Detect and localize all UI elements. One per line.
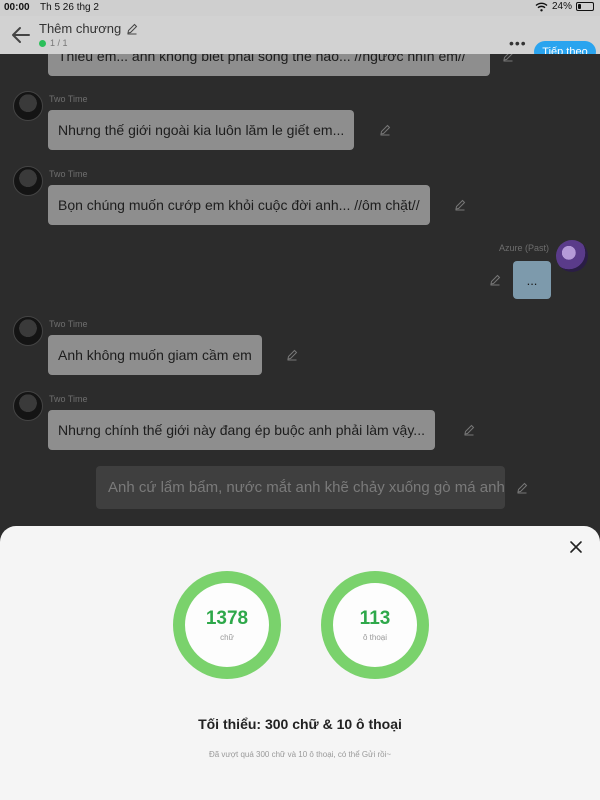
message-bubble[interactable]: Anh không muốn giam cầm em <box>48 335 262 375</box>
edit-pencil-icon[interactable] <box>126 23 138 35</box>
word-count-ring: 1378 chữ <box>173 571 281 679</box>
message-bubble[interactable]: Thiếu em... anh không biết phải sống thế… <box>48 54 490 76</box>
avatar[interactable] <box>13 166 43 196</box>
minimum-requirement: Tối thiểu: 300 chữ & 10 ô thoại <box>198 716 402 732</box>
status-dot <box>39 39 46 47</box>
chapter-count: 1 / 1 <box>50 38 68 48</box>
word-count-label: chữ <box>220 633 234 642</box>
status-date: Th 5 26 thg 2 <box>40 2 99 13</box>
word-count-value: 1378 <box>205 608 249 629</box>
page-title: Thêm chương <box>39 21 138 36</box>
requirement-note: Đã vượt quá 300 chữ và 10 ô thoại, có th… <box>208 750 392 759</box>
avatar[interactable] <box>556 240 588 272</box>
edit-pencil-icon[interactable] <box>379 124 391 136</box>
sender-name: Two Time <box>49 169 88 179</box>
battery-icon <box>576 2 594 11</box>
dialog-count-value: 113 <box>359 608 391 629</box>
wifi-icon <box>535 2 548 11</box>
message-bubble[interactable]: Nhưng chính thế giới này đang ép buộc an… <box>48 410 435 450</box>
sender-name: Azure (Past) <box>499 243 550 253</box>
close-icon[interactable] <box>569 540 583 554</box>
back-arrow-icon[interactable] <box>10 24 32 46</box>
avatar[interactable] <box>13 316 43 346</box>
narration-bubble[interactable]: Anh cứ lẩm bẩm, nước mắt anh khẽ chảy xu… <box>96 466 505 509</box>
chapter-status: 1 / 1 <box>39 38 68 48</box>
sender-name: Two Time <box>49 394 88 404</box>
sender-name: Two Time <box>49 319 88 329</box>
chat-area[interactable]: Thiếu em... anh không biết phải sống thế… <box>0 54 600 526</box>
sender-name: Two Time <box>49 94 88 104</box>
message-bubble[interactable]: Bọn chúng muốn cướp em khỏi cuộc đời anh… <box>48 185 430 225</box>
page-title-text: Thêm chương <box>39 21 122 36</box>
status-time: 00:00 <box>4 2 30 13</box>
dialog-count-label: ô thoại <box>362 633 388 642</box>
edit-pencil-icon[interactable] <box>463 424 475 436</box>
edit-pencil-icon[interactable] <box>516 482 528 494</box>
edit-pencil-icon[interactable] <box>454 199 466 211</box>
app-header: Thêm chương 1 / 1 ••• Tiếp theo <box>0 16 600 63</box>
battery-percent: 24% <box>551 1 572 12</box>
word-count-sheet: 1378 chữ 113 ô thoại Tối thiểu: 300 chữ … <box>0 526 600 800</box>
status-right: 24% <box>535 1 594 12</box>
status-bar: 00:00 Th 5 26 thg 2 24% <box>0 0 600 16</box>
edit-pencil-icon[interactable] <box>286 349 298 361</box>
avatar[interactable] <box>13 391 43 421</box>
dialog-count-ring: 113 ô thoại <box>321 571 429 679</box>
edit-pencil-icon[interactable] <box>489 274 501 286</box>
avatar[interactable] <box>13 91 43 121</box>
message-bubble[interactable]: Nhưng thế giới ngoài kia luôn lăm le giế… <box>48 110 355 150</box>
edit-pencil-icon[interactable] <box>502 54 514 62</box>
message-bubble[interactable]: ... <box>513 261 551 299</box>
